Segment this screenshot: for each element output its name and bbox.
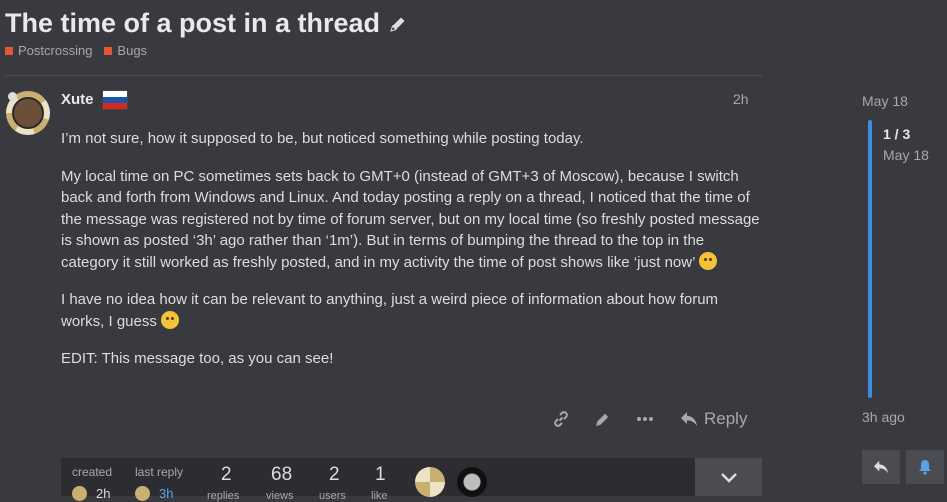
avatar-image xyxy=(12,97,44,129)
post-paragraph: My local time on PC sometimes sets back … xyxy=(61,167,760,271)
post-paragraph: I’m not sure, how it supposed to be, but… xyxy=(61,130,584,147)
expand-topic-map-button[interactable] xyxy=(695,458,762,496)
category-color-swatch xyxy=(5,46,13,55)
likes-label: like xyxy=(371,490,388,502)
bell-icon xyxy=(919,460,931,475)
post-time[interactable]: 2h xyxy=(733,91,749,107)
topic-map: created 2h last reply 3h 2 replies 68 vi… xyxy=(61,458,761,502)
topic-title-row: The time of a post in a thread xyxy=(5,8,408,39)
link-icon[interactable] xyxy=(550,408,572,430)
post-paragraph: EDIT: This message too, as you can see! xyxy=(61,350,334,367)
category-list: Postcrossing Bugs xyxy=(5,43,159,58)
participant-avatar[interactable] xyxy=(415,467,445,497)
category-label: Bugs xyxy=(117,43,148,58)
timeline-end-label[interactable]: 3h ago xyxy=(862,409,905,425)
post-username[interactable]: Xute xyxy=(61,91,94,108)
category-bugs[interactable]: Bugs xyxy=(104,43,147,58)
russia-flag-icon xyxy=(102,90,128,110)
more-icon[interactable] xyxy=(634,408,656,430)
last-reply-time[interactable]: 3h xyxy=(159,486,173,501)
replies-count: 2 xyxy=(221,464,232,485)
timeline-scroller-handle[interactable] xyxy=(868,120,872,398)
users-count: 2 xyxy=(329,464,340,485)
created-time[interactable]: 2h xyxy=(96,486,110,501)
category-color-swatch xyxy=(104,46,113,55)
category-postcrossing[interactable]: Postcrossing xyxy=(5,43,92,58)
likes-count: 1 xyxy=(375,464,386,485)
timeline-position: 1 / 3 xyxy=(883,126,911,142)
pencil-icon[interactable] xyxy=(592,408,614,430)
post-actions: Reply xyxy=(550,408,747,430)
timeline-position-date: May 18 xyxy=(883,147,929,163)
last-replier-avatar[interactable] xyxy=(135,486,150,501)
reply-button[interactable]: Reply xyxy=(680,409,747,429)
reply-icon xyxy=(681,412,697,426)
created-label: created xyxy=(72,465,113,479)
timeline-start-date[interactable]: May 18 xyxy=(862,93,908,109)
post-paragraph: I have no idea how it can be relevant to… xyxy=(61,291,719,330)
header-divider xyxy=(5,75,762,76)
post-body: I’m not sure, how it supposed to be, but… xyxy=(61,128,761,386)
grimacing-emoji-icon xyxy=(161,310,180,329)
category-label: Postcrossing xyxy=(18,43,93,58)
topic-title[interactable]: The time of a post in a thread xyxy=(5,8,380,39)
views-count: 68 xyxy=(271,464,293,485)
edit-title-icon[interactable] xyxy=(388,14,408,34)
users-label: users xyxy=(319,490,346,502)
views-label: views xyxy=(266,490,294,502)
online-status-dot xyxy=(8,92,17,101)
replies-label: replies xyxy=(207,490,240,502)
reply-icon xyxy=(874,460,888,474)
participant-avatar[interactable] xyxy=(457,467,487,497)
chevron-down-icon xyxy=(720,473,737,483)
reply-label: Reply xyxy=(704,409,748,428)
thinking-emoji-icon xyxy=(699,251,718,270)
post-avatar[interactable] xyxy=(6,91,50,135)
timeline-back-button[interactable] xyxy=(862,450,900,484)
last-reply-label: last reply xyxy=(135,465,184,479)
creator-avatar[interactable] xyxy=(72,486,87,501)
notification-button[interactable] xyxy=(906,450,944,484)
